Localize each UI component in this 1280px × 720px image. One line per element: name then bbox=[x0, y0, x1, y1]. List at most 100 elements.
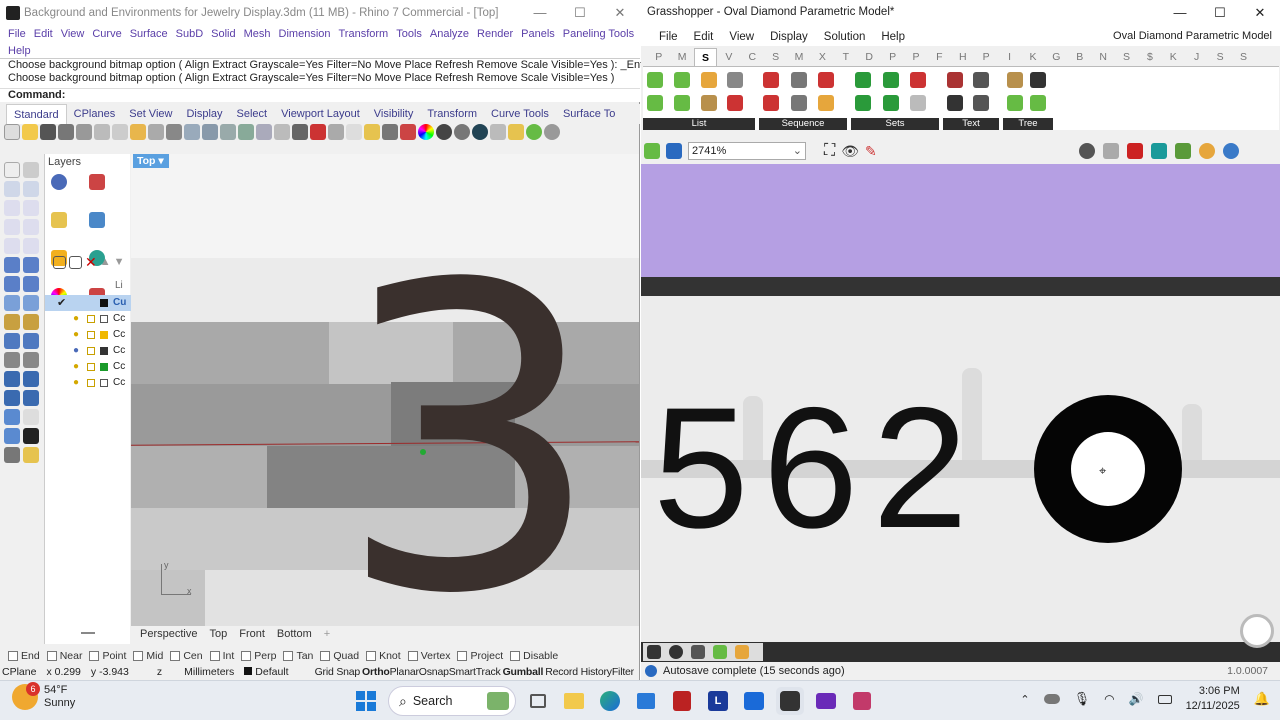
menu-mesh[interactable]: Mesh bbox=[240, 26, 275, 43]
extrude-icon[interactable] bbox=[23, 257, 39, 273]
taskbar-search[interactable]: ⌕ Search bbox=[388, 686, 516, 716]
settings-gear-icon[interactable] bbox=[544, 124, 560, 140]
app-red-icon[interactable] bbox=[668, 687, 696, 715]
text-case-icon[interactable] bbox=[947, 95, 963, 111]
copy-icon[interactable] bbox=[112, 124, 128, 140]
tab-top[interactable]: Top bbox=[204, 626, 232, 642]
rhino-taskbar-icon[interactable] bbox=[776, 687, 804, 715]
point-icon[interactable] bbox=[23, 162, 39, 178]
layer-row[interactable]: ● Cc bbox=[45, 327, 131, 343]
tab-bottom[interactable]: Bottom bbox=[272, 626, 317, 642]
add-viewport-icon[interactable]: + bbox=[319, 626, 335, 642]
lightbulb-icon[interactable]: ● bbox=[73, 377, 79, 388]
gh-menu-view[interactable]: View bbox=[721, 26, 762, 46]
paste-icon[interactable] bbox=[130, 124, 146, 140]
grid-snap-toggle[interactable]: Grid Snap bbox=[315, 666, 361, 678]
menu-dimension[interactable]: Dimension bbox=[275, 26, 335, 43]
tab-set-view[interactable]: Set View bbox=[122, 104, 179, 124]
options-icon[interactable] bbox=[490, 124, 506, 140]
gh-tab-plugin-p1[interactable]: P bbox=[881, 48, 904, 66]
solid-icon[interactable] bbox=[4, 276, 20, 292]
fibonacci-icon[interactable] bbox=[818, 72, 835, 88]
cplane-icon[interactable] bbox=[310, 124, 326, 140]
text-split-icon[interactable] bbox=[947, 72, 963, 88]
list-length-icon[interactable] bbox=[647, 95, 663, 111]
lock-icon[interactable] bbox=[87, 363, 95, 371]
selected-preview-icon[interactable] bbox=[1150, 143, 1167, 159]
gh-tab-plugin-g[interactable]: G bbox=[1045, 48, 1068, 66]
rectangle-icon[interactable] bbox=[4, 219, 20, 235]
battery-icon[interactable] bbox=[1157, 694, 1172, 704]
gh-tab-plugin-p3[interactable]: P bbox=[974, 48, 997, 66]
layer-row[interactable]: ● Cc bbox=[45, 375, 131, 391]
lock-icon[interactable] bbox=[87, 347, 95, 355]
osnap-disable[interactable]: Disable bbox=[510, 650, 558, 662]
circle-icon[interactable] bbox=[4, 200, 20, 216]
analyze-icon[interactable] bbox=[4, 390, 20, 406]
gh-tab-plugin-dollar[interactable]: $ bbox=[1138, 48, 1161, 66]
list-icon[interactable] bbox=[713, 645, 727, 659]
onedrive-icon[interactable] bbox=[1043, 694, 1060, 704]
member-index-icon[interactable] bbox=[855, 72, 871, 88]
open-icon[interactable] bbox=[22, 124, 38, 140]
ortho-toggle[interactable]: Ortho bbox=[362, 666, 390, 678]
osnap-int[interactable]: Int bbox=[209, 650, 234, 662]
osnap-near[interactable]: Near bbox=[46, 650, 82, 662]
gh-canvas[interactable]: 562 ⌖ bbox=[641, 164, 1280, 642]
box-icon[interactable] bbox=[23, 276, 39, 292]
minimize-button[interactable]: — bbox=[520, 0, 560, 26]
lock-icon[interactable] bbox=[87, 331, 95, 339]
gh-close-button[interactable]: ✕ bbox=[1240, 0, 1280, 26]
dimension-icon[interactable] bbox=[23, 371, 39, 387]
new-layer-icon[interactable] bbox=[53, 256, 66, 269]
viewport-title[interactable]: Top ▾ bbox=[133, 154, 169, 168]
layer-row[interactable]: ● Cc bbox=[45, 359, 131, 375]
gh-tab-plugin-k[interactable]: K bbox=[1021, 48, 1044, 66]
units-label[interactable]: Millimeters bbox=[184, 666, 234, 678]
new-sublayer-icon[interactable] bbox=[69, 256, 82, 269]
move-down-icon[interactable]: ▼ bbox=[114, 256, 125, 269]
gh-tab-display[interactable]: D bbox=[858, 48, 881, 66]
layer-color-swatch[interactable] bbox=[100, 363, 108, 371]
fillet-icon[interactable] bbox=[23, 314, 39, 330]
filter-toggle[interactable]: Filter bbox=[612, 666, 634, 678]
start-button[interactable] bbox=[352, 687, 380, 715]
move-icon[interactable] bbox=[328, 124, 344, 140]
gh-navigator-icon[interactable] bbox=[1240, 614, 1274, 648]
volume-icon[interactable]: 🔊 bbox=[1129, 692, 1144, 706]
menu-solid[interactable]: Solid bbox=[207, 26, 239, 43]
surface-icon[interactable] bbox=[4, 257, 20, 273]
freeform-icon[interactable] bbox=[23, 238, 39, 254]
menu-file[interactable]: File bbox=[4, 26, 30, 43]
grid-icon[interactable] bbox=[292, 124, 308, 140]
block-icon[interactable] bbox=[4, 409, 20, 425]
zoom-window-icon[interactable] bbox=[220, 124, 236, 140]
globe-icon[interactable] bbox=[1222, 143, 1239, 159]
text-sort-icon[interactable] bbox=[972, 95, 989, 111]
shaded-preview-icon[interactable] bbox=[1126, 143, 1143, 159]
menu-tools[interactable]: Tools bbox=[392, 26, 426, 43]
gh-menu-display[interactable]: Display bbox=[762, 26, 816, 46]
osnap-tan[interactable]: Tan bbox=[283, 650, 313, 662]
gh-tab-plugin-f[interactable]: F bbox=[928, 48, 951, 66]
top-viewport[interactable]: 3 y x bbox=[131, 154, 639, 626]
panel-icon[interactable] bbox=[647, 645, 661, 659]
gh-tab-transform[interactable]: T bbox=[834, 48, 857, 66]
osnap-knot[interactable]: Knot bbox=[366, 650, 401, 662]
gh-tab-plugin-b[interactable]: B bbox=[1068, 48, 1091, 66]
display-icon[interactable] bbox=[89, 212, 105, 228]
print-icon[interactable] bbox=[58, 124, 74, 140]
document-settings-icon[interactable] bbox=[1198, 143, 1215, 159]
lock-icon[interactable] bbox=[382, 124, 398, 140]
preview-mode-icon[interactable] bbox=[1078, 143, 1095, 159]
move-up-icon[interactable]: ▲ bbox=[100, 256, 111, 269]
osnap-toggle[interactable]: Osnap bbox=[419, 666, 449, 678]
gh-tab-maths[interactable]: M bbox=[670, 48, 693, 66]
subd-icon[interactable] bbox=[23, 295, 39, 311]
gumball-icon[interactable] bbox=[1174, 143, 1191, 159]
arc-icon[interactable] bbox=[23, 200, 39, 216]
menu-edit[interactable]: Edit bbox=[30, 26, 57, 43]
osnap-quad[interactable]: Quad bbox=[320, 650, 359, 662]
command-prompt[interactable]: Command: bbox=[0, 88, 640, 102]
simplify-tree-icon[interactable] bbox=[1029, 95, 1046, 111]
